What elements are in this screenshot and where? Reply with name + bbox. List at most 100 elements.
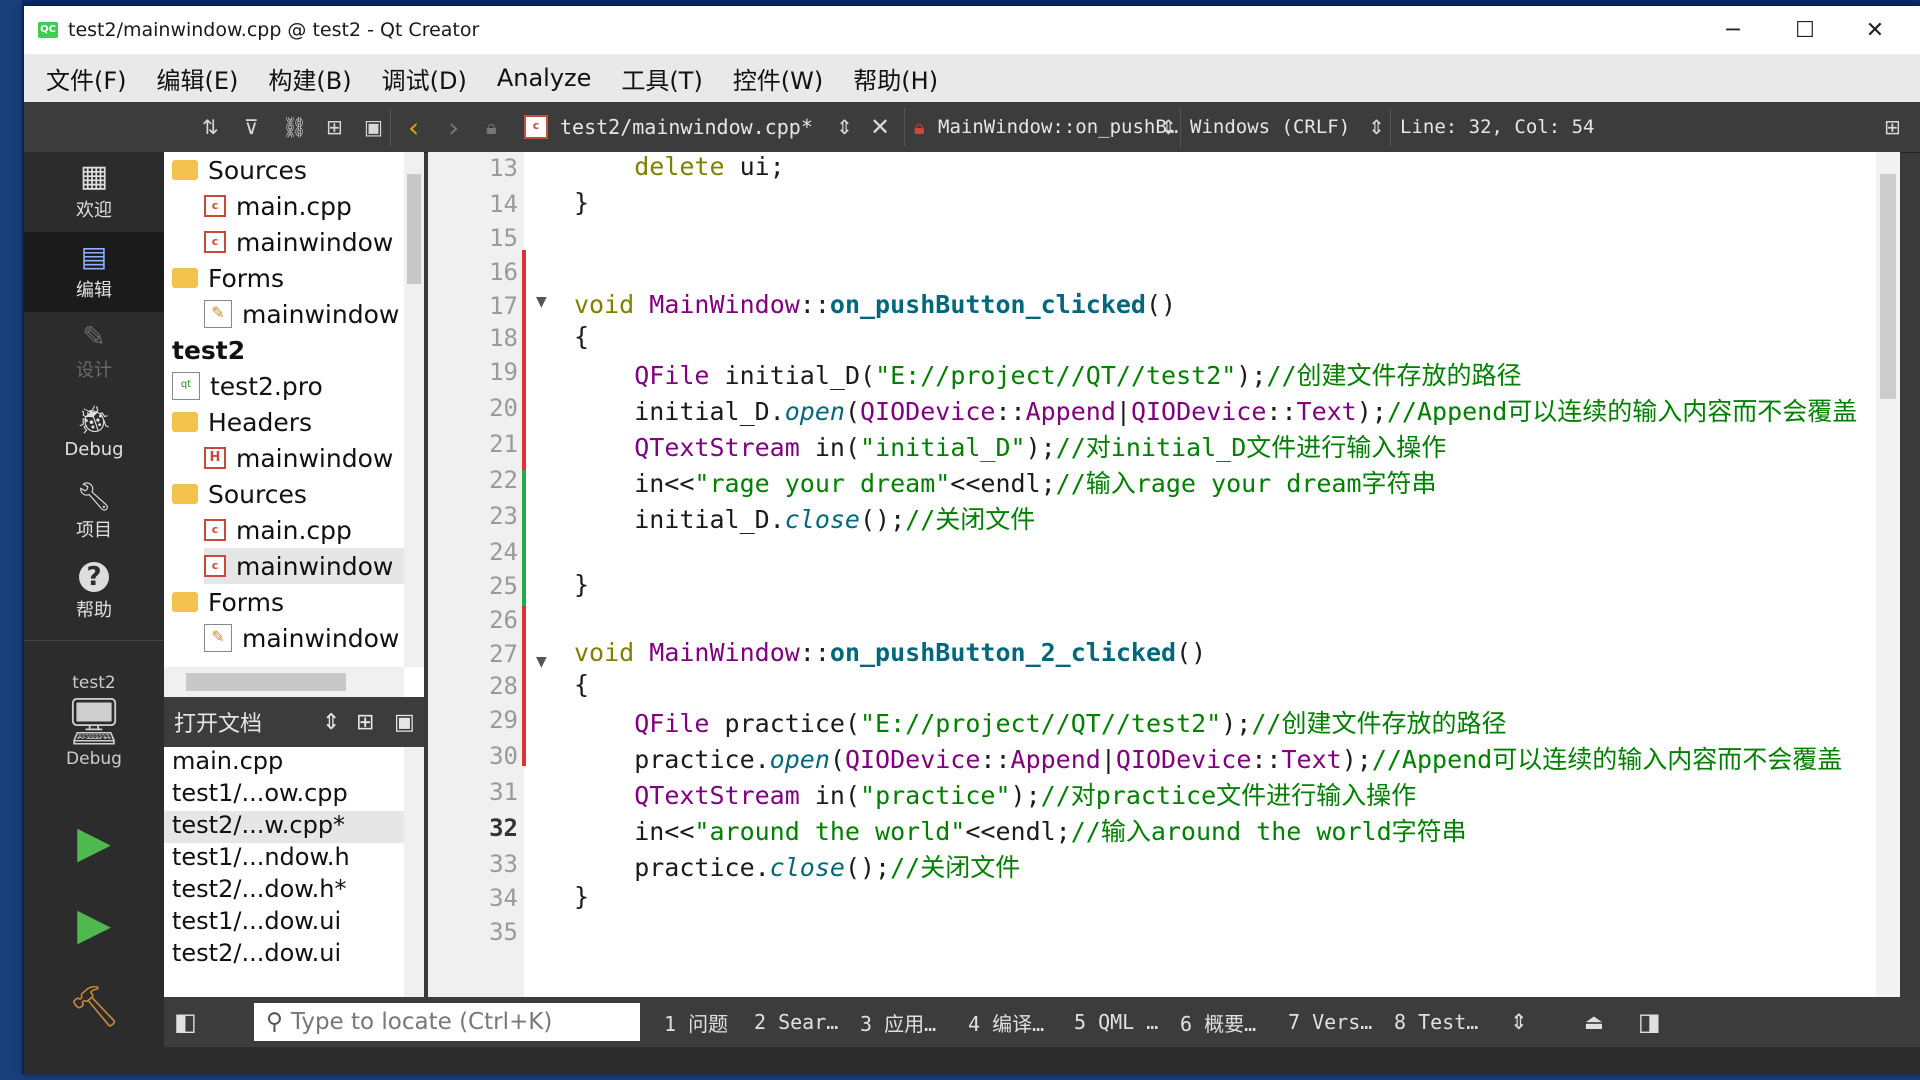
code-line[interactable]: delete ui; [574,152,785,181]
selector-arrows-icon[interactable]: ⇕ [322,710,340,735]
sort-updown-icon[interactable]: ⇅ [202,102,219,152]
open-document-item[interactable]: test1/...dow.ui [172,907,341,939]
tree-folder-forms[interactable]: Forms [172,584,284,620]
tree-file[interactable]: c main.cpp [204,512,352,548]
code-editor[interactable]: 13 delete ui; 14} 15 16 17 void MainWindow::o… [428,152,1900,997]
menu-analyze[interactable]: Analyze [497,64,592,92]
output-tab-app-output[interactable]: 3 应用… [860,997,936,1047]
cursor-position[interactable]: Line: 32, Col: 54 [1400,102,1594,152]
open-document-item[interactable]: test2/...dow.h* [172,875,347,907]
menu-tools[interactable]: 工具(T) [621,61,702,96]
tree-folder-sources[interactable]: Sources [172,476,307,512]
mode-design[interactable]: ✎ 设计 [24,312,164,392]
tree-project-test2[interactable]: test2 [172,332,245,368]
forward-arrow-icon[interactable]: › [448,102,459,152]
scroll-thumb[interactable] [186,673,346,691]
menu-build[interactable]: 构建(B) [268,61,351,96]
tree-file[interactable]: Hmainwindow [204,440,393,476]
tree-horizontal-scrollbar[interactable] [164,667,404,697]
code-line[interactable]: QTextStream in("practice");//对practice文件… [574,776,1416,812]
tree-file-selected[interactable]: c mainwindow [204,548,404,584]
filter-icon[interactable]: ⊽ [244,102,259,152]
output-tab-qml[interactable]: 5 QML … [1074,997,1158,1047]
tree-folder-headers[interactable]: Headers [172,404,312,440]
menu-debug[interactable]: 调试(D) [382,61,467,96]
code-line[interactable]: QTextStream in("initial_D");//对initial_D… [574,428,1446,464]
close-pane-icon[interactable]: ▣ [394,710,415,735]
code-line[interactable]: in<<"rage your dream"<<endl;//输入rage you… [574,464,1436,500]
minimize-button[interactable]: ─ [1698,6,1768,54]
output-tab-version[interactable]: 7 Vers… [1288,997,1372,1047]
output-tab-issues[interactable]: 1 问题 [664,997,728,1047]
tree-file[interactable]: c main.cpp [204,188,352,224]
mode-welcome[interactable]: ▦ 欢迎 [24,152,164,232]
code-line[interactable]: { [574,670,589,699]
progress-icon[interactable]: ⏏ [1584,1010,1604,1034]
back-arrow-icon[interactable]: ‹ [408,102,419,152]
open-document-item[interactable]: main.cpp [172,747,283,779]
open-document-item[interactable]: test1/...ndow.h [172,843,350,875]
output-tab-compile[interactable]: 4 编译… [968,997,1044,1047]
output-tab-overview[interactable]: 6 概要… [1180,997,1256,1047]
tree-file[interactable]: ✎ mainwindow [204,296,399,332]
mode-projects[interactable]: 🔧︎ 项目 [24,472,164,552]
close-document-icon[interactable]: ✕ [870,102,890,152]
code-line[interactable]: in<<"around the world"<<endl;//输入around … [574,812,1466,848]
scroll-thumb[interactable] [1880,174,1896,399]
kit-selector[interactable]: test2 🖥︎ Debug [24,646,164,796]
mode-debug[interactable]: 🐞︎ Debug [24,392,164,472]
mode-help[interactable]: ? 帮助 [24,552,164,632]
code-line[interactable]: } [574,570,589,599]
tree-file[interactable]: ✎ mainwindow [204,620,399,656]
code-line[interactable]: practice.close();//关闭文件 [574,848,1020,884]
open-document-item[interactable]: test1/...ow.cpp [172,779,348,811]
toggle-right-pane-icon[interactable]: ◨ [1638,1008,1661,1036]
code-line[interactable]: QFile initial_D("E://project//QT//test2"… [574,356,1521,392]
code-line[interactable]: void MainWindow::on_pushButton_clicked() [574,290,1176,319]
menu-controls[interactable]: 控件(W) [733,61,823,96]
current-file-selector[interactable]: test2/mainwindow.cpp* [560,102,813,152]
code-line[interactable]: initial_D.close();//关闭文件 [574,500,1035,536]
open-docs-scrollbar[interactable] [404,747,424,997]
toggle-sidebar-icon[interactable]: ◧ [174,1008,197,1036]
menu-file[interactable]: 文件(F) [46,61,127,96]
close-pane-icon[interactable]: ▣ [364,102,383,152]
scroll-thumb[interactable] [407,174,421,284]
tree-file[interactable]: c mainwindow [204,224,393,260]
split-icon[interactable]: ⊞ [356,710,374,735]
locator-input[interactable]: ⚲ Type to locate (Ctrl+K) [254,1003,640,1041]
fold-arrow-icon[interactable]: ▼ [536,294,547,310]
link-icon[interactable]: ⛓ [282,102,307,152]
code-line[interactable]: void MainWindow::on_pushButton_2_clicked… [574,638,1206,667]
code-line[interactable]: QFile practice("E://project//QT//test2")… [574,704,1506,740]
split-editor-icon[interactable]: ⊞ [1884,102,1901,152]
file-selector-arrows-icon[interactable]: ⇕ [836,102,853,152]
line-ending-selector[interactable]: Windows (CRLF) [1190,102,1350,152]
line-ending-arrows-icon[interactable]: ⇕ [1368,102,1385,152]
code-line[interactable]: } [574,882,589,911]
code-line[interactable]: initial_D.open(QIODevice::Append|QIODevi… [574,392,1857,428]
tabs-arrows-icon[interactable]: ⇕ [1510,1010,1528,1034]
menu-help[interactable]: 帮助(H) [853,61,938,96]
code-line[interactable]: } [574,188,589,217]
tree-folder-forms[interactable]: Forms [172,260,284,296]
open-document-item-selected[interactable]: test2/...w.cpp* [164,811,404,843]
fold-arrow-icon[interactable]: ▼ [536,654,547,670]
tree-vertical-scrollbar[interactable] [404,152,424,667]
symbol-selector-arrows-icon[interactable]: ⇕ [1160,102,1177,152]
tree-folder-sources[interactable]: Sources [172,152,307,188]
tree-file[interactable]: qt test2.pro [172,368,323,404]
split-icon[interactable]: ⊞ [326,102,343,152]
build-button[interactable]: 🔨︎ [24,966,164,1046]
code-line[interactable]: practice.open(QIODevice::Append|QIODevic… [574,740,1842,776]
editor-vertical-scrollbar[interactable] [1876,152,1900,997]
menu-edit[interactable]: 编辑(E) [157,61,239,96]
maximize-button[interactable]: ☐ [1770,6,1840,54]
open-documents-title[interactable]: 打开文档 [174,706,262,738]
symbol-selector[interactable]: MainWindow::on_pushB… [938,102,1178,152]
output-tab-test[interactable]: 8 Test… [1394,997,1478,1047]
open-document-item[interactable]: test2/...dow.ui [172,939,341,971]
close-button[interactable]: ✕ [1840,6,1910,54]
mode-edit[interactable]: ▤ 编辑 [24,232,164,312]
run-button[interactable]: ▶ [24,802,164,882]
